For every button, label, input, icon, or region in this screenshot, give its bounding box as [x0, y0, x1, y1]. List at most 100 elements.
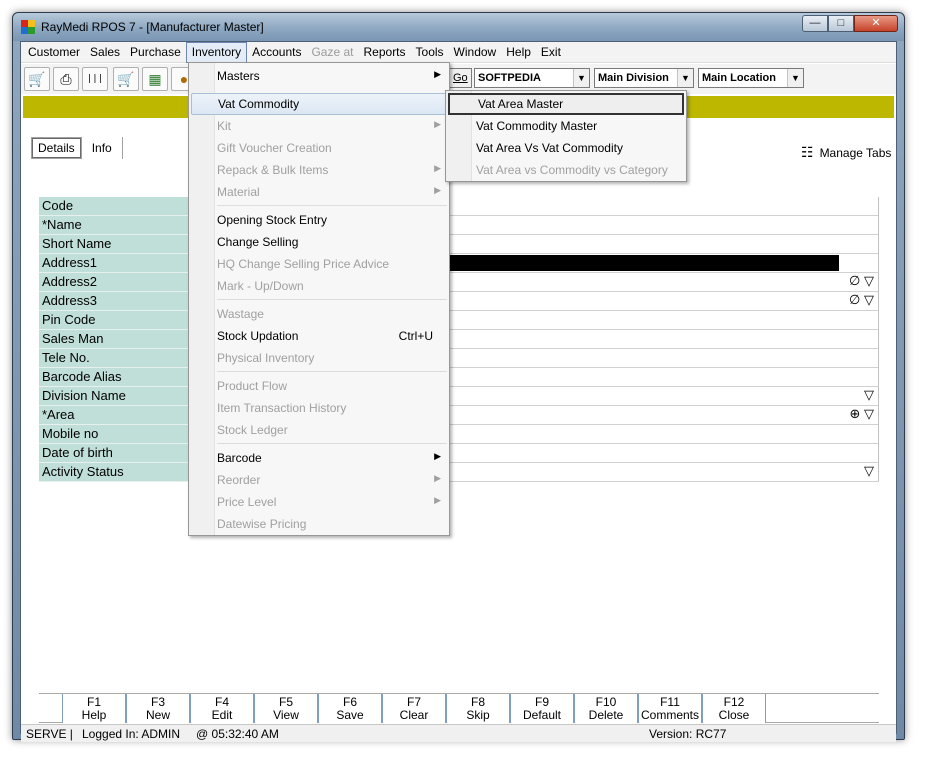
- label-address1: Address1: [39, 254, 189, 273]
- dropdown-triangle-icon[interactable]: ▽: [864, 387, 874, 403]
- menu-separator: [217, 371, 447, 372]
- menu-exit[interactable]: Exit: [536, 42, 566, 63]
- submenu-arrow-icon: ▶: [434, 451, 441, 461]
- menu-item-vat-area-vs-vat-commodity[interactable]: Vat Area Vs Vat Commodity: [448, 137, 684, 159]
- chevron-down-icon[interactable]: ▼: [677, 69, 693, 87]
- fkey-label: Help: [81, 708, 107, 722]
- menu-item-vat-commodity-master-label: Vat Commodity Master: [476, 119, 598, 133]
- menu-tools[interactable]: Tools: [411, 42, 449, 63]
- status-version: Version: RC77: [649, 727, 727, 741]
- clear-icon[interactable]: ∅: [849, 273, 860, 288]
- menu-item-stock-ledger-label: Stock Ledger: [217, 423, 288, 437]
- menu-item-product-flow: Product Flow: [191, 375, 447, 397]
- menu-sales[interactable]: Sales: [85, 42, 125, 63]
- f3-new-button[interactable]: F3 New: [126, 694, 190, 723]
- dropdown-triangle-icon[interactable]: ▽: [864, 273, 874, 288]
- basket-icon[interactable]: 🛒: [113, 67, 139, 91]
- submenu-arrow-icon: ▶: [434, 185, 441, 195]
- company-select[interactable]: SOFTPEDIA ▼: [474, 68, 590, 88]
- menu-item-material: Material ▶: [191, 181, 447, 203]
- f6-save-button[interactable]: F6 Save: [318, 694, 382, 723]
- label-barcode-alias: Barcode Alias: [39, 368, 189, 387]
- window-title: RayMedi RPOS 7 - [Manufacturer Master]: [41, 20, 264, 34]
- barcode-icon[interactable]: |||: [82, 67, 108, 91]
- submenu-arrow-icon: ▶: [434, 119, 441, 129]
- chevron-down-icon[interactable]: ▼: [787, 69, 803, 87]
- submenu-arrow-icon: ▶: [434, 495, 441, 505]
- address3-icons[interactable]: ∅ ▽: [849, 292, 874, 308]
- menu-item-opening-stock-label: Opening Stock Entry: [217, 213, 328, 227]
- go-button[interactable]: Go: [449, 68, 472, 88]
- submenu-arrow-icon: ▶: [434, 163, 441, 173]
- menu-reports[interactable]: Reports: [359, 42, 411, 63]
- submenu-arrow-icon: ▶: [434, 473, 441, 483]
- division-select[interactable]: Main Division ▼: [594, 68, 694, 88]
- f5-view-button[interactable]: F5 View: [254, 694, 318, 723]
- company-select-value: SOFTPEDIA: [478, 72, 541, 84]
- menu-item-change-selling-label: Change Selling: [217, 235, 299, 249]
- menu-item-change-selling[interactable]: Change Selling: [191, 231, 447, 253]
- menu-purchase[interactable]: Purchase: [125, 42, 186, 63]
- f11-comments-button[interactable]: F11 Comments: [638, 694, 702, 723]
- tab-info[interactable]: Info: [81, 137, 123, 159]
- location-select[interactable]: Main Location ▼: [698, 68, 804, 88]
- fkey-label: Skip: [466, 708, 490, 722]
- menu-item-barcode[interactable]: Barcode ▶: [191, 447, 447, 469]
- fkey-label: Close: [718, 708, 750, 722]
- label-code: Code: [39, 197, 189, 216]
- label-area: *Area: [39, 406, 189, 425]
- menu-inventory[interactable]: Inventory: [185, 42, 248, 63]
- status-server: SERVE |: [26, 727, 73, 741]
- label-tele-no: Tele No.: [39, 349, 189, 368]
- close-icon[interactable]: ✕: [854, 15, 898, 32]
- manage-tabs-button[interactable]: ☷ Manage Tabs: [801, 144, 891, 161]
- f12-close-button[interactable]: F12 Close: [702, 694, 766, 723]
- menu-item-item-transaction: Item Transaction History: [191, 397, 447, 419]
- menu-item-vat-area-master[interactable]: Vat Area Master: [448, 93, 684, 115]
- menu-item-hq-change: HQ Change Selling Price Advice: [191, 253, 447, 275]
- menu-accounts[interactable]: Accounts: [247, 42, 306, 63]
- menu-item-opening-stock[interactable]: Opening Stock Entry: [191, 209, 447, 231]
- menu-window[interactable]: Window: [449, 42, 502, 63]
- address2-icons[interactable]: ∅ ▽: [849, 273, 874, 289]
- menu-item-stock-updation[interactable]: Stock Updation Ctrl+U: [191, 325, 447, 347]
- maximize-icon[interactable]: □: [828, 15, 854, 32]
- printer-icon[interactable]: ⎙: [53, 67, 79, 91]
- f10-delete-button[interactable]: F10 Delete: [574, 694, 638, 723]
- menu-item-mark-updown: Mark - Up/Down: [191, 275, 447, 297]
- cart-icon[interactable]: 🛒: [24, 67, 50, 91]
- menu-item-vat-commodity[interactable]: Vat Commodity: [191, 93, 447, 115]
- dropdown-triangle-icon[interactable]: ▽: [864, 463, 874, 479]
- books-icon[interactable]: ▦: [142, 67, 168, 91]
- menu-item-masters[interactable]: Masters ▶: [191, 65, 447, 87]
- label-address2: Address2: [39, 273, 189, 292]
- tab-details[interactable]: Details: [31, 137, 82, 159]
- area-icons[interactable]: ⊕ ▽: [849, 406, 874, 422]
- menu-item-vat-area-vs-vat-commodity-label: Vat Area Vs Vat Commodity: [476, 141, 623, 155]
- clear-icon[interactable]: ∅: [849, 292, 860, 307]
- dropdown-triangle-icon[interactable]: ▽: [864, 406, 874, 421]
- menu-item-wastage-label: Wastage: [217, 307, 264, 321]
- f4-edit-button[interactable]: F4 Edit: [190, 694, 254, 723]
- menu-item-physical-inventory-label: Physical Inventory: [217, 351, 315, 365]
- menu-item-stock-updation-label: Stock Updation: [217, 329, 299, 343]
- menu-separator: [217, 443, 447, 444]
- f7-clear-button[interactable]: F7 Clear: [382, 694, 446, 723]
- menu-item-vat-commodity-master[interactable]: Vat Commodity Master: [448, 115, 684, 137]
- menu-item-kit-label: Kit: [217, 119, 232, 133]
- menu-item-reorder-label: Reorder: [217, 473, 261, 487]
- add-icon[interactable]: ⊕: [849, 406, 860, 421]
- status-time: @ 05:32:40 AM: [196, 727, 279, 741]
- menu-separator: [217, 205, 447, 206]
- menu-help[interactable]: Help: [501, 42, 536, 63]
- f8-skip-button[interactable]: F8 Skip: [446, 694, 510, 723]
- fkey-label: Delete: [588, 708, 624, 722]
- dropdown-triangle-icon[interactable]: ▽: [864, 292, 874, 307]
- minimize-icon[interactable]: —: [802, 15, 828, 32]
- menu-customer[interactable]: Customer: [23, 42, 85, 63]
- f1-help-button[interactable]: F1 Help: [62, 694, 126, 723]
- menu-item-datewise-pricing: Datewise Pricing: [191, 513, 447, 535]
- f9-default-button[interactable]: F9 Default: [510, 694, 574, 723]
- chevron-down-icon[interactable]: ▼: [573, 69, 589, 87]
- fkey-label: Save: [336, 708, 364, 722]
